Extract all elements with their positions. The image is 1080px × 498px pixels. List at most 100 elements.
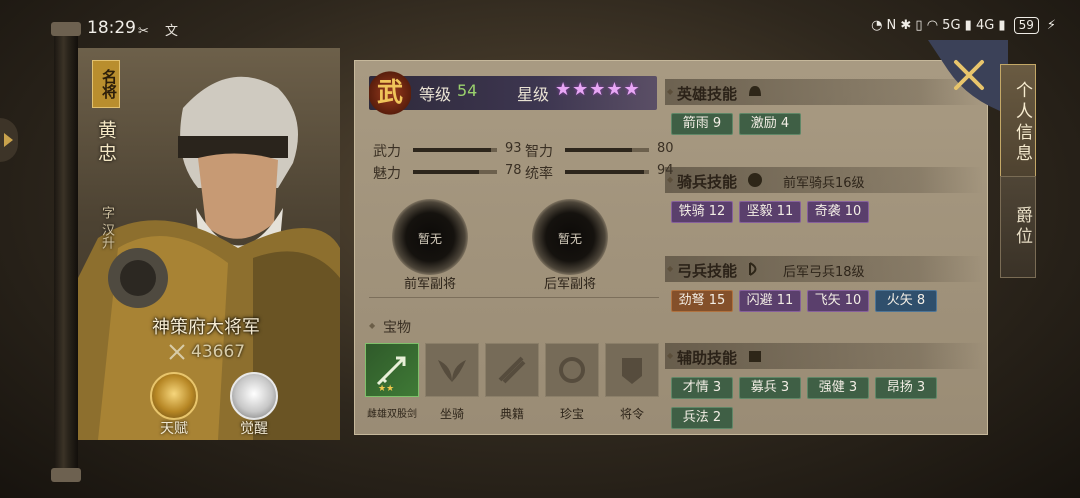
tab-personal-info[interactable]: 个人信息	[1000, 64, 1036, 182]
stat-value: 80	[657, 141, 674, 156]
skill-title: 英雄技能	[677, 85, 738, 103]
stat-label: 武力	[373, 144, 401, 160]
awaken-button[interactable]: 觉醒	[226, 372, 282, 438]
combat-power: 43667	[168, 342, 245, 362]
scroll-icon	[498, 356, 526, 384]
treasure-slot-weapon[interactable]: ★★ 雌雄双股剑	[365, 343, 419, 420]
skill-chip[interactable]: 激励 4	[739, 113, 801, 135]
stat-charisma: 魅力 78	[373, 163, 533, 182]
treasure-slot-book[interactable]: 典籍	[485, 343, 539, 422]
talent-label: 天赋	[160, 421, 188, 437]
vice-general-state: 暂无	[557, 232, 582, 246]
level-value: 54	[457, 81, 478, 100]
skill-chip[interactable]: 兵法 2	[671, 407, 733, 429]
diamond-icon: ◆	[667, 264, 674, 273]
talent-button[interactable]: 天赋	[146, 372, 202, 438]
talent-icon	[150, 372, 198, 420]
treasure-box	[425, 343, 479, 397]
skill-title: 骑兵技能	[677, 173, 738, 191]
stat-label: 智力	[525, 144, 553, 160]
archer-skills: ◆ 弓兵技能 后军弓兵18级 劲弩 15 闪避 11 飞矢 10 火矢 8	[665, 256, 983, 312]
stat-value: 78	[505, 163, 522, 178]
skill-chip[interactable]: 募兵 3	[739, 377, 801, 399]
book-icon	[749, 351, 761, 362]
diamond-icon: ◆	[667, 87, 674, 96]
treasure-caption: 将令	[619, 407, 644, 421]
charging-icon: ⚡	[1046, 18, 1056, 33]
stat-bar-fill	[413, 170, 479, 174]
stat-label: 统率	[525, 166, 553, 182]
close-icon[interactable]	[928, 40, 1008, 114]
bow-icon	[749, 262, 757, 276]
skill-chip[interactable]: 奇袭 10	[807, 201, 869, 223]
star-label: 星级	[517, 85, 550, 104]
vice-general-slot: 暂无	[392, 199, 468, 275]
treasure-box	[605, 343, 659, 397]
stat-bar-fill	[565, 170, 644, 174]
hero-courtesy-name: 字 汉升	[99, 206, 114, 250]
skill-title: 弓兵技能	[677, 262, 738, 280]
hero-portrait: 名将 黄忠 字 汉升 神策府大将军 43667 天赋 觉醒	[78, 48, 340, 440]
treasure-slot-token[interactable]: 将令	[605, 343, 659, 422]
tab-rank[interactable]: 爵位	[1000, 176, 1036, 278]
vice-general-slot: 暂无	[532, 199, 608, 275]
system-icons: ◔ N ✱ ▯ ◠ 5G ▮ 4G ▮ 59 ⚡	[871, 17, 1056, 34]
stat-command: 统率 94	[525, 163, 685, 182]
helmet-icon	[749, 86, 761, 96]
skill-chip[interactable]: 昂扬 3	[875, 377, 937, 399]
skill-chip[interactable]: 铁骑 12	[671, 201, 733, 223]
treasure-box: ★★	[365, 343, 419, 397]
diamond-icon: ◆	[667, 351, 674, 360]
treasure-box	[485, 343, 539, 397]
status-time: 18:29	[87, 18, 136, 38]
skill-subtitle: 后军弓兵18级	[783, 265, 865, 280]
skill-chip[interactable]: 劲弩 15	[671, 290, 733, 312]
wing-icon	[438, 360, 466, 382]
level-label: 等级	[419, 85, 452, 104]
skill-title: 辅助技能	[677, 349, 738, 367]
skill-chip[interactable]: 火矢 8	[875, 290, 937, 312]
hero-name: 黄忠	[95, 120, 117, 166]
star-rating: ★★★★★	[555, 79, 641, 100]
treasure-slot-mount[interactable]: 坐骑	[425, 343, 479, 422]
jade-ring-icon	[559, 357, 585, 383]
status-bar: 18:29 ✂ 文 ◔ N ✱ ▯ ◠ 5G ▮ 4G ▮ 59 ⚡	[0, 0, 1080, 52]
vice-general-caption: 前军副将	[403, 277, 456, 292]
vice-general-rear[interactable]: 暂无 后军副将	[515, 199, 625, 292]
vice-general-caption: 后军副将	[543, 277, 596, 292]
treasure-caption: 雌雄双股剑	[367, 409, 417, 420]
awaken-icon	[230, 372, 278, 420]
skill-chip[interactable]: 坚毅 11	[739, 201, 801, 223]
awaken-label: 觉醒	[240, 421, 268, 437]
skill-header: ◆ 辅助技能	[665, 343, 983, 369]
stat-bar-fill	[565, 148, 633, 152]
stat-bar	[413, 148, 497, 152]
martial-type-icon: 武	[369, 71, 411, 115]
skill-chip[interactable]: 才情 3	[671, 377, 733, 399]
skill-chip[interactable]: 强健 3	[807, 377, 869, 399]
crossed-swords-icon	[169, 344, 185, 360]
stat-bar	[565, 148, 649, 152]
skill-header: ◆ 骑兵技能 前军骑兵16级	[665, 167, 983, 193]
battery-icon: 59	[1013, 17, 1039, 34]
stat-bar	[565, 170, 649, 174]
prev-hero-arrow-icon[interactable]	[0, 118, 18, 162]
stat-force: 武力 93	[373, 141, 533, 160]
horse-icon	[748, 173, 762, 187]
hero-title: 神策府大将军	[152, 317, 260, 338]
treasure-title: 宝物	[369, 317, 411, 337]
stat-value: 93	[505, 141, 522, 156]
vice-general-front[interactable]: 暂无 前军副将	[375, 199, 485, 292]
notification-icons: ✂ 文	[138, 24, 185, 39]
skill-chip[interactable]: 箭雨 9	[671, 113, 733, 135]
skill-chip[interactable]: 闪避 11	[739, 290, 801, 312]
treasure-caption: 坐骑	[439, 407, 464, 421]
treasure-slot-jewel[interactable]: 珍宝	[545, 343, 599, 422]
support-skills: ◆ 辅助技能 才情 3 募兵 3 强健 3 昂扬 3 兵法 2	[665, 343, 983, 429]
stat-bar	[413, 170, 497, 174]
skill-chip[interactable]: 飞矢 10	[807, 290, 869, 312]
stat-label: 魅力	[373, 166, 401, 182]
cavalry-skills: ◆ 骑兵技能 前军骑兵16级 铁骑 12 坚毅 11 奇袭 10	[665, 167, 983, 223]
treasure-caption: 珍宝	[559, 407, 584, 421]
token-icon	[622, 358, 642, 384]
